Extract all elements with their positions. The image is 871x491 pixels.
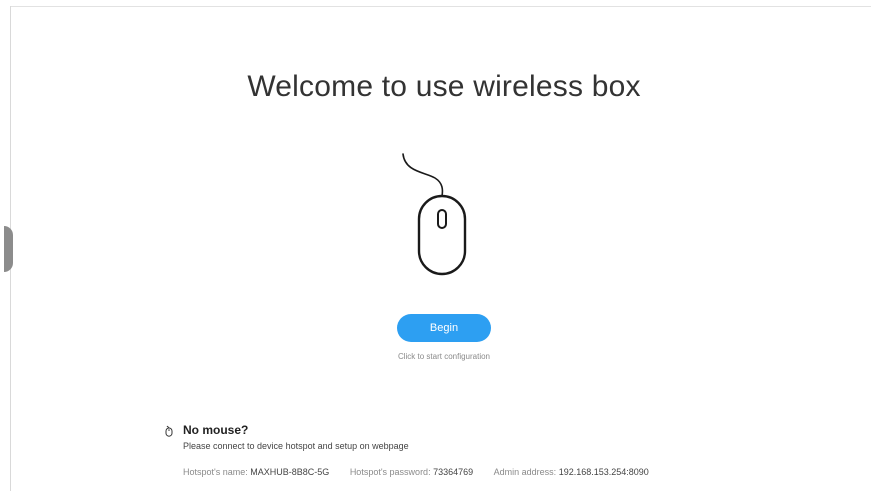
hotspot-name-label: Hotspot's name: bbox=[183, 467, 248, 477]
window-top-border bbox=[10, 6, 871, 7]
hotspot-password-label: Hotspot's password: bbox=[349, 467, 431, 477]
hotspot-info-row: Hotspot's name: MAXHUB-8B8C-5G Hotspot's… bbox=[183, 467, 667, 477]
hotspot-password-value: 73364769 bbox=[433, 467, 474, 477]
begin-button[interactable]: Begin bbox=[397, 314, 491, 342]
side-panel-handle[interactable] bbox=[4, 226, 13, 272]
hotspot-password-info: Hotspot's password: 73364769 bbox=[350, 467, 473, 477]
admin-address-label: Admin address: bbox=[493, 467, 557, 477]
page-title: Welcome to use wireless box bbox=[247, 70, 641, 103]
hotspot-name-info: Hotspot's name: MAXHUB-8B8C-5G bbox=[183, 467, 329, 477]
wireless-box-setup-screen: Welcome to use wireless box Begin Click … bbox=[0, 0, 871, 491]
no-mouse-heading: No mouse? bbox=[183, 423, 249, 437]
no-mouse-description: Please connect to device hotspot and set… bbox=[183, 441, 409, 451]
admin-address-info: Admin address: 192.168.153.254:8090 bbox=[494, 467, 649, 477]
mouse-small-icon bbox=[165, 425, 173, 437]
admin-address-value: 192.168.153.254:8090 bbox=[558, 467, 649, 477]
hotspot-name-value: MAXHUB-8B8C-5G bbox=[250, 467, 330, 477]
no-mouse-section: No mouse? Please connect to device hotsp… bbox=[163, 423, 803, 489]
mouse-icon bbox=[402, 153, 467, 276]
begin-hint-text: Click to start configuration bbox=[397, 352, 491, 361]
